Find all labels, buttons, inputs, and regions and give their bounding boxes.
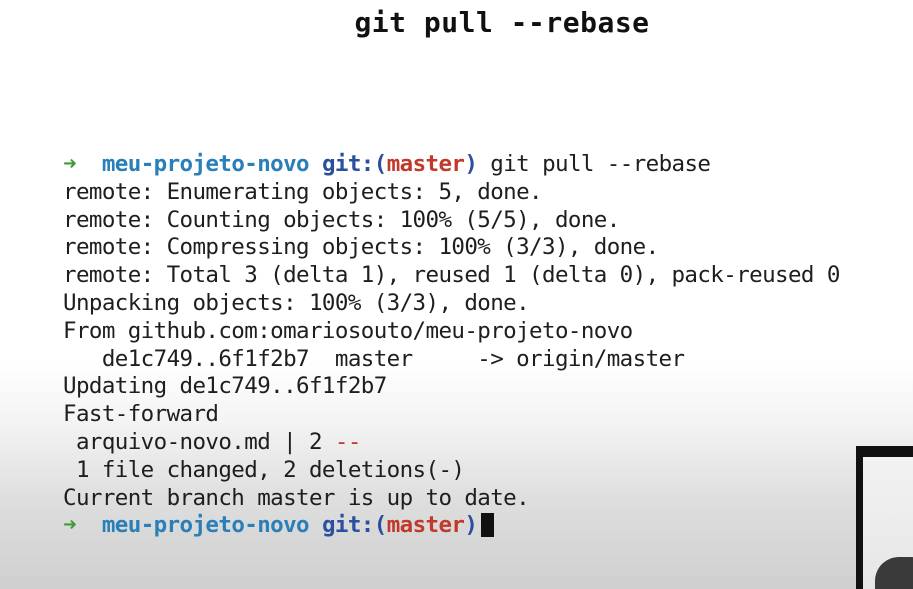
prompt-arrow-icon: ➜	[63, 151, 77, 177]
prompt-branch: master	[386, 151, 465, 177]
prompt-branch: master	[386, 512, 465, 539]
output-line: From github.com:omariosouto/meu-projeto-…	[63, 317, 633, 344]
diffstat-deletions: --	[334, 428, 362, 455]
output-line: remote: Enumerating objects: 5, done.	[63, 178, 543, 205]
terminal-cursor	[481, 513, 495, 538]
status-line: Current branch master is up to date.	[63, 484, 530, 511]
summary-line: 1 file changed, 2 deletions(-)	[63, 456, 465, 483]
slide-title: git pull --rebase	[354, 6, 650, 39]
output-line: Fast-forward	[63, 401, 219, 428]
diffstat-file: arquivo-novo.md | 2	[63, 428, 335, 455]
output-line: Unpacking objects: 100% (3/3), done.	[63, 289, 530, 316]
output-line: remote: Compressing objects: 100% (3/3),…	[63, 234, 659, 261]
terminal-output: ➜ meu-projeto-novo git:(master) git pull…	[63, 151, 908, 540]
prompt-directory: meu-projeto-novo	[101, 512, 310, 539]
webcam-frame	[863, 457, 913, 589]
prompt-git-close: )	[464, 151, 478, 177]
prompt-line-command: ➜ meu-projeto-novo git:(master) git pull…	[63, 151, 908, 179]
prompt-git-close: )	[464, 512, 478, 539]
prompt-git-label: git:(	[321, 151, 387, 177]
prompt-arrow-icon: ➜	[63, 512, 77, 539]
presenter-silhouette	[875, 557, 913, 589]
output-line: de1c749..6f1f2b7 master -> origin/master	[63, 345, 685, 372]
prompt-git-label: git:(	[321, 512, 387, 539]
output-line: remote: Counting objects: 100% (5/5), do…	[63, 206, 620, 233]
output-line: remote: Total 3 (delta 1), reused 1 (del…	[63, 262, 840, 289]
output-line: Updating de1c749..6f1f2b7	[63, 373, 387, 400]
command-text: git pull --rebase	[490, 151, 711, 177]
diffstat-line: arquivo-novo.md | 2 --	[63, 429, 908, 457]
webcam-overlay	[856, 446, 913, 589]
prompt-line-idle: ➜ meu-projeto-novo git:(master)	[63, 512, 908, 540]
prompt-directory: meu-projeto-novo	[101, 151, 310, 177]
